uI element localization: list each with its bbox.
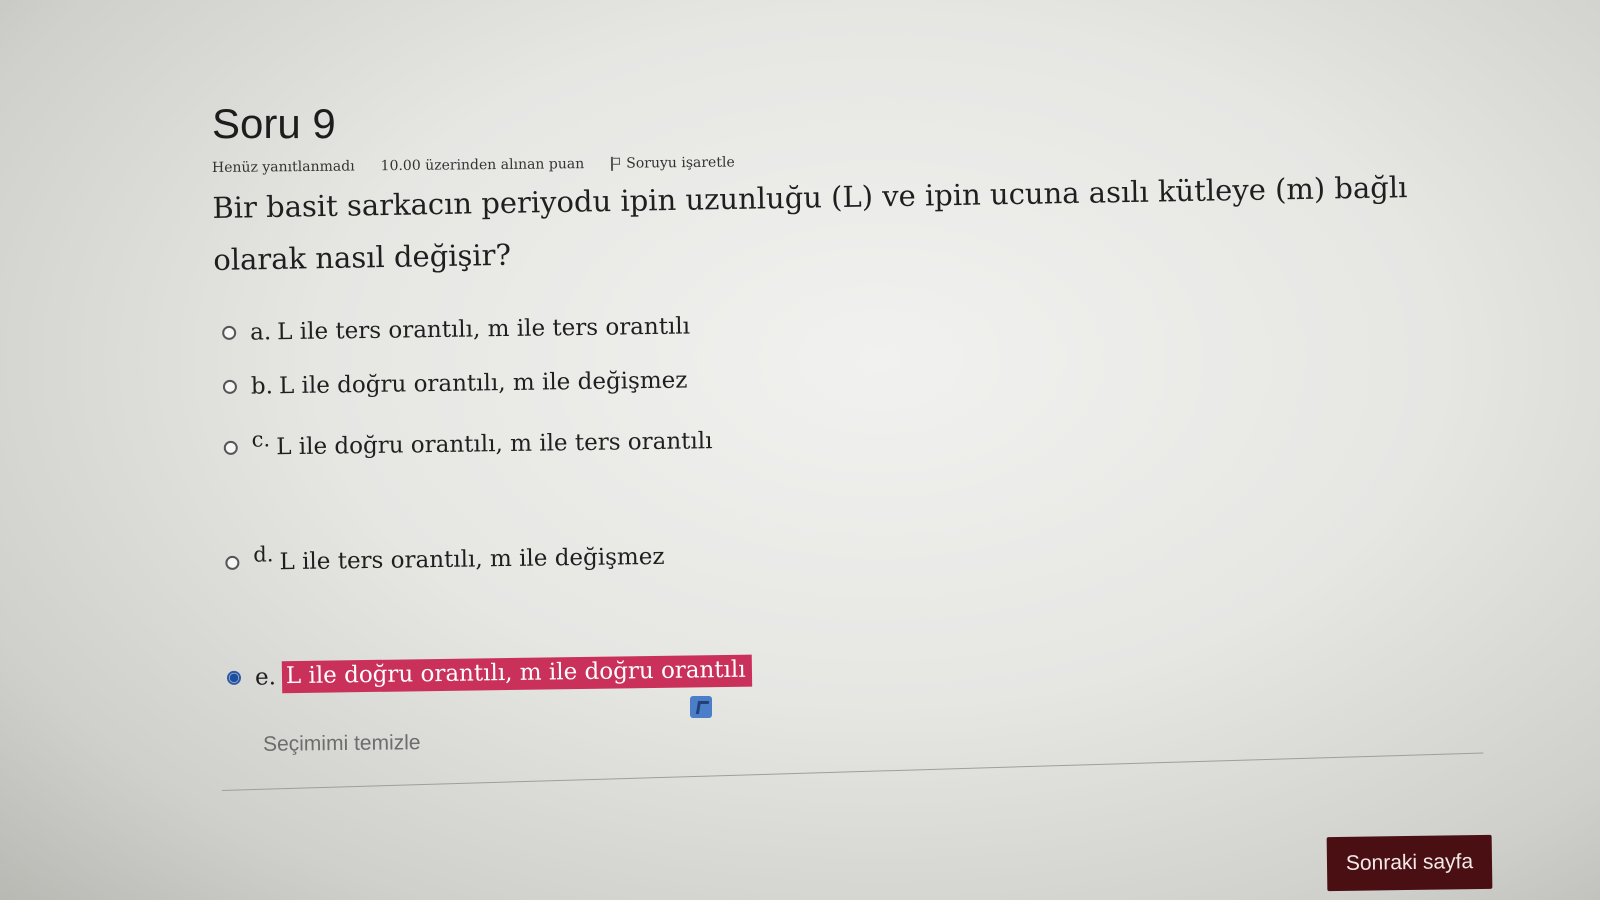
flag-question-label: Soruyu işaretle [626,154,735,172]
question-text: Bir basit sarkacın periyodu ipin uzunluğ… [212,170,1408,277]
mouse-cursor-icon [690,696,712,718]
answer-options: a. L ile ters orantılı, m ile ters orant… [222,307,1122,694]
option-a-letter: a. [249,319,272,346]
option-c-radio[interactable] [223,440,238,455]
flag-question-link[interactable]: Soruyu işaretle [610,155,735,172]
option-c-text: L ile doğru orantılı, m ile ters orantıl… [276,428,713,461]
divider [221,752,1484,791]
option-d-radio[interactable] [225,555,240,570]
option-e-letter: e. [254,664,277,691]
option-a[interactable]: a. L ile ters orantılı, m ile ters orant… [222,313,690,346]
option-e[interactable]: e. L ile doğru orantılı, m ile doğru ora… [226,654,752,694]
answer-status: Henüz yanıtlanmadı [211,158,355,176]
option-a-text: L ile ters orantılı, m ile ters orantılı [277,313,691,346]
option-b-letter: b. [250,373,274,400]
clear-selection-link[interactable]: Seçimimi temizle [263,731,421,757]
quiz-page: Soru 9 Henüz yanıtlanmadı 10.00 üzerinde… [0,0,1600,900]
next-page-button[interactable]: Sonraki sayfa [1326,834,1493,892]
option-d[interactable]: d. L ile ters orantılı, m ile değişmez [225,542,665,576]
option-b-radio[interactable] [222,379,238,394]
option-e-text: L ile doğru orantılı, m ile doğru orantı… [281,654,752,694]
option-c[interactable]: c. L ile doğru orantılı, m ile ters oran… [223,427,713,461]
option-c-letter: c. [251,427,271,452]
option-e-radio[interactable] [226,670,242,685]
option-b-text: L ile doğru orantılı, m ile değişmez [278,367,688,400]
question-info: Henüz yanıtlanmadı 10.00 üzerinden alına… [212,155,735,176]
option-d-letter: d. [253,542,274,567]
option-d-text: L ile ters orantılı, m ile değişmez [279,543,665,576]
option-a-radio[interactable] [222,325,237,340]
question-title: Soru 9 [212,100,336,147]
option-b[interactable]: b. L ile doğru orantılı, m ile değişmez [222,367,688,400]
flag-icon [610,157,620,171]
question-points: 10.00 üzerinden alınan puan [380,156,585,175]
